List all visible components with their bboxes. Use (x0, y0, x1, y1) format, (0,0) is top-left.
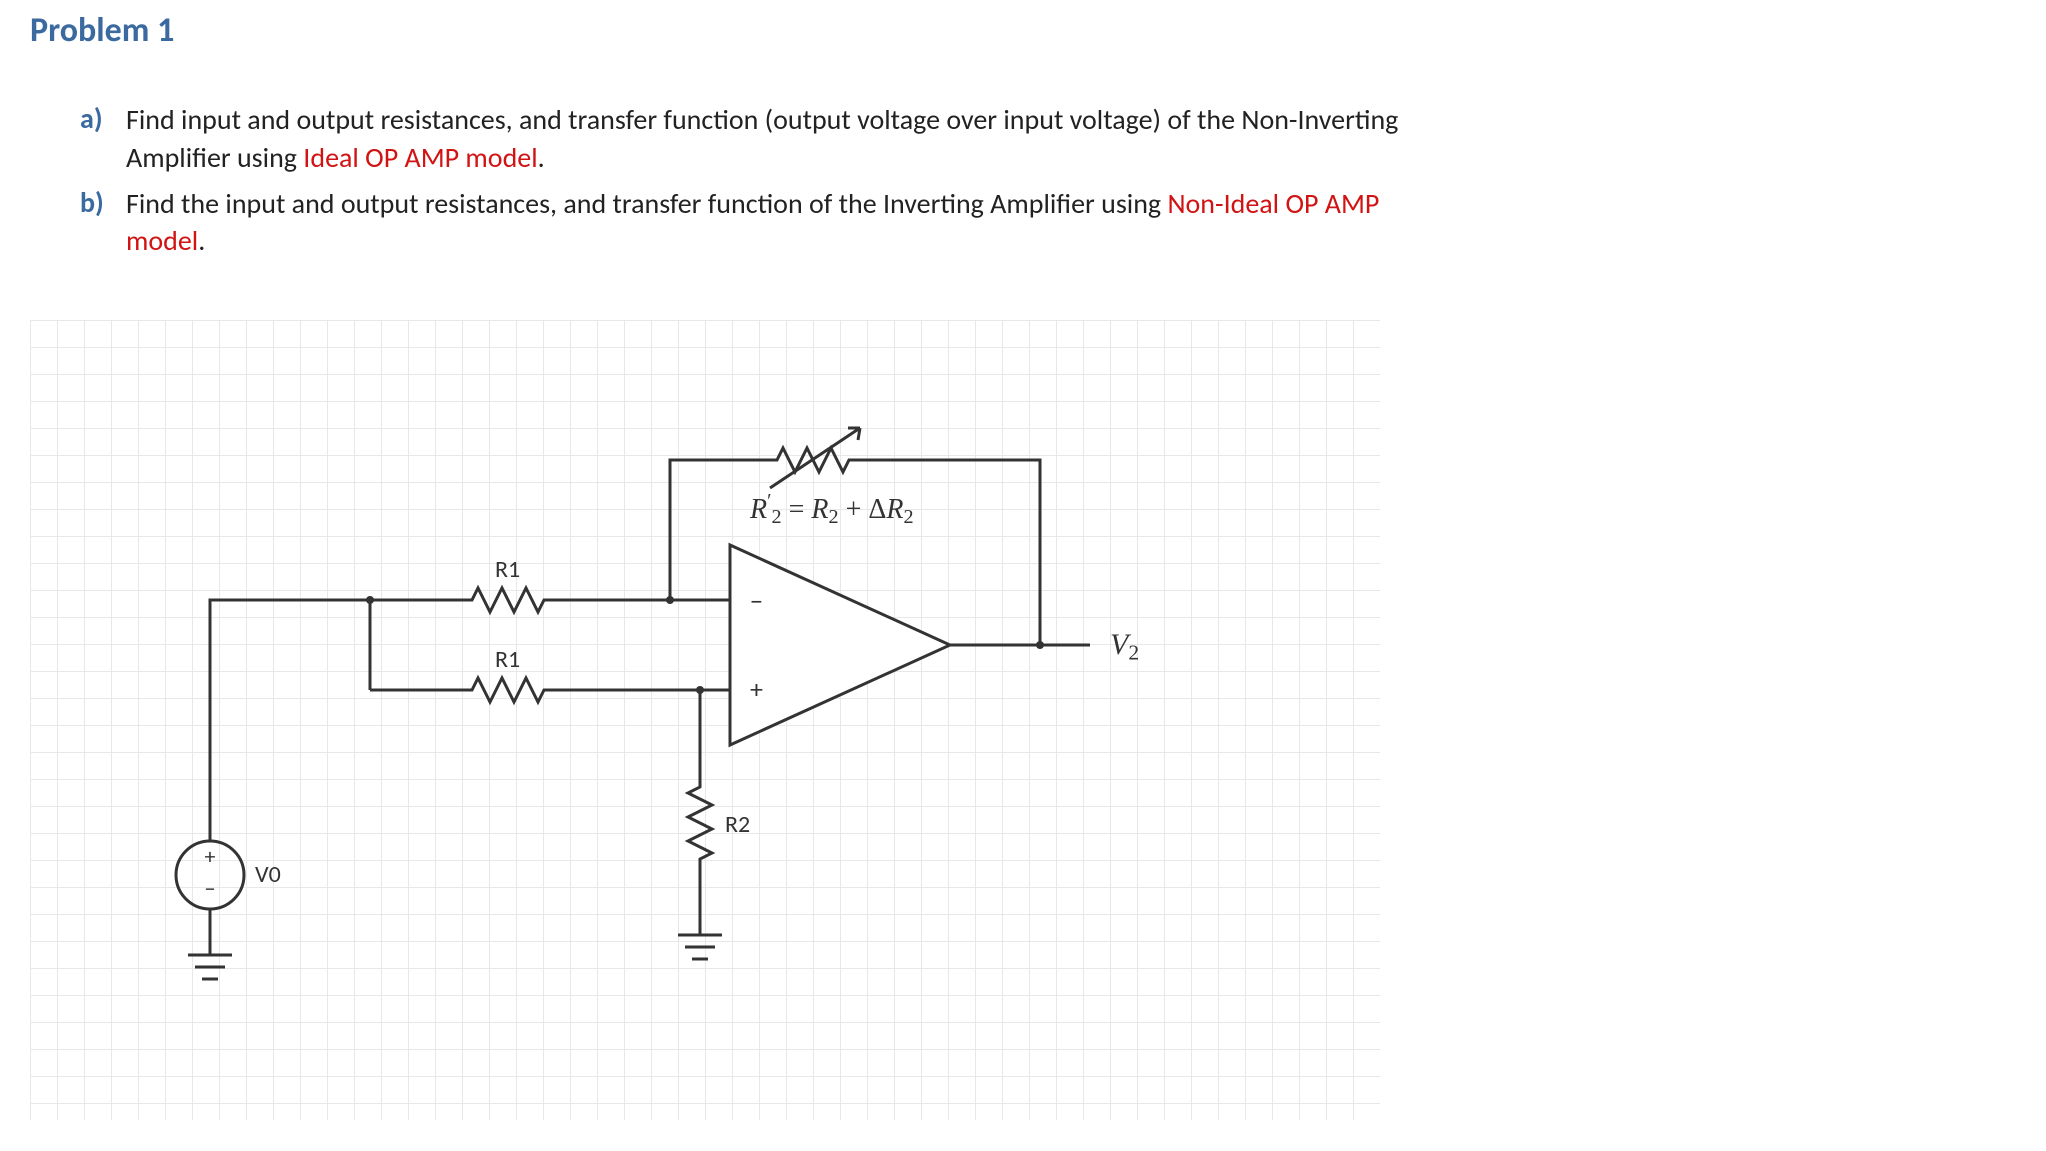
circuit-diagram: + − (30, 320, 1380, 1120)
source-minus-icon: − (205, 875, 216, 902)
ground-icon (188, 955, 232, 979)
output-sub: 2 (1128, 640, 1139, 664)
node-dot (666, 596, 674, 604)
node-dot (1036, 641, 1044, 649)
node-dot (366, 596, 374, 604)
voltage-source-icon: + − (176, 841, 244, 909)
item-a-post: . (538, 140, 545, 175)
item-marker-b: b) (80, 185, 126, 261)
ground-icon (678, 935, 722, 959)
variable-arrow-icon (770, 428, 860, 488)
r1-bottom-label: R1 (495, 645, 520, 674)
eq-t2-sub: 2 (904, 506, 914, 528)
problem-title: Problem 1 (30, 10, 2016, 51)
r1-top-label: R1 (495, 555, 520, 584)
source-label: V0 (255, 860, 281, 889)
eq-lhs-sub: 2 (772, 506, 782, 528)
opamp-plus-label: + (750, 673, 763, 705)
circuit-svg: + − (30, 320, 1380, 1120)
feedback-equation-label: R′2 = R2 + ΔR2 (750, 490, 914, 529)
item-body-a: Find input and output resistances, and t… (126, 101, 1416, 177)
eq-t1-base: R (811, 494, 828, 525)
opamp-minus-label: − (750, 585, 763, 617)
item-b-pre: Find the input and output resistances, a… (126, 186, 1167, 221)
source-plus-icon: + (205, 843, 216, 870)
node-dot (696, 686, 704, 694)
r2-ground-label: R2 (725, 810, 750, 839)
output-base: V (1110, 628, 1128, 661)
resistor-icon (460, 678, 556, 702)
list-item: b) Find the input and output resistances… (80, 185, 1416, 261)
eq-plus: + Δ (839, 494, 887, 525)
item-marker-a: a) (80, 101, 126, 177)
eq-lhs-base: R (750, 494, 767, 525)
eq-t1-sub: 2 (829, 506, 839, 528)
item-body-b: Find the input and output resistances, a… (126, 185, 1416, 261)
question-list: a) Find input and output resistances, an… (80, 101, 1416, 260)
item-a-highlight: Ideal OP AMP model (303, 140, 537, 175)
list-item: a) Find input and output resistances, an… (80, 101, 1416, 177)
page: Problem 1 a) Find input and output resis… (0, 0, 2046, 1151)
opamp-icon (730, 545, 950, 745)
item-b-post: . (198, 223, 205, 258)
resistor-icon (688, 775, 712, 871)
resistor-icon (460, 588, 556, 612)
eq-t2-base: R (886, 494, 903, 525)
eq-eq: = (782, 494, 812, 525)
output-label: V2 (1110, 628, 1139, 665)
wire (210, 600, 370, 841)
